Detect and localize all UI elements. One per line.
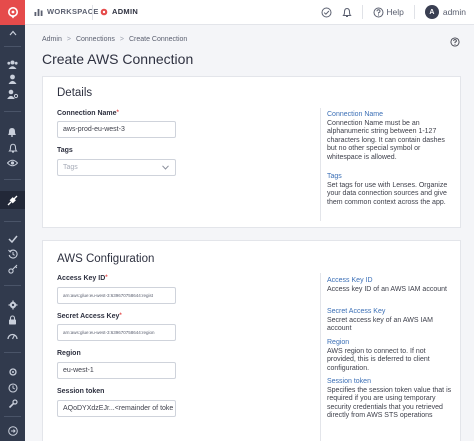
lock-icon[interactable] [0, 312, 25, 328]
sidebar-divider [4, 352, 21, 353]
top-bar: WORKSPACE ADMIN Help A admin [25, 0, 474, 25]
region-help: Region AWS region to connect to. If not … [327, 339, 455, 373]
breadcrumb-current: Create Connection [128, 36, 188, 43]
connection-name-input[interactable]: aws-prod-eu-west-3 [57, 121, 176, 138]
wrench-icon[interactable] [0, 396, 25, 412]
topbar-divider [92, 5, 93, 20]
help-title: Secret Access Key [327, 308, 386, 315]
breadcrumb-connections[interactable]: Connections [76, 36, 115, 43]
breadcrumb-admin[interactable]: Admin [42, 36, 62, 43]
topbar-divider [362, 5, 364, 19]
help-body: Secret access key of an AWS IAM account [327, 316, 433, 333]
secret-key-input[interactable]: arn:aws:glue:eu-west-3:639670758644:regi… [57, 324, 176, 341]
workspace-tab[interactable]: WORKSPACE [34, 7, 99, 16]
alert-settings-icon[interactable] [0, 124, 25, 140]
help-title: Tags [327, 173, 342, 180]
region-input[interactable]: eu-west-1 [57, 362, 176, 379]
page-title: Create AWS Connection [42, 51, 194, 67]
clock-icon[interactable] [0, 380, 25, 396]
help-title: Access Key ID [327, 277, 373, 284]
question-circle-icon [373, 7, 384, 17]
connection-name-help: Connection Name Connection Name must be … [327, 111, 455, 163]
settings-cog-icon[interactable] [0, 364, 25, 380]
session-token-label: Session token [57, 388, 105, 395]
topbar-right: Help A admin [321, 5, 466, 19]
tags-label: Tags [57, 147, 73, 154]
admin-gear-icon [100, 8, 108, 15]
user-menu[interactable]: A admin [424, 5, 466, 19]
sidebar-divider [4, 416, 21, 417]
session-token-help: Session token Specifies the session toke… [327, 378, 455, 421]
sidebar-divider [4, 221, 21, 222]
gear-icon[interactable] [0, 297, 25, 313]
aws-config-card: AWS Configuration Access Key ID* arn:aws… [42, 240, 461, 441]
check-circle-icon[interactable] [321, 7, 332, 18]
key-icon[interactable] [0, 261, 25, 277]
groups-icon[interactable] [0, 56, 25, 72]
sidebar [0, 0, 25, 441]
notifications-bell-icon[interactable] [342, 7, 353, 18]
topbar-divider [413, 5, 415, 19]
bar-chart-icon [34, 8, 43, 16]
access-key-label: Access Key ID* [57, 275, 108, 282]
help-title: Connection Name [327, 111, 384, 118]
help-divider [320, 108, 321, 221]
sidebar-divider [4, 179, 21, 180]
collapse-up-icon[interactable] [0, 25, 25, 41]
breadcrumb: Admin > Connections > Create Connection [42, 36, 187, 43]
details-card: Details Connection Name* aws-prod-eu-wes… [42, 76, 461, 228]
help-body: Access key ID of an AWS IAM account [327, 285, 447, 293]
user-name: admin [442, 7, 466, 17]
access-key-help: Access Key ID Access key ID of an AWS IA… [327, 277, 455, 294]
connections-plug-icon[interactable] [0, 192, 25, 208]
admin-label: ADMIN [112, 7, 139, 16]
page-help-icon[interactable] [450, 34, 460, 52]
user-icon[interactable] [0, 71, 25, 87]
history-icon[interactable] [0, 246, 25, 262]
sidebar-divider [4, 46, 21, 47]
workspace-label: WORKSPACE [47, 7, 99, 16]
breadcrumb-separator: > [66, 36, 71, 43]
admin-tab[interactable]: ADMIN [100, 7, 138, 16]
dashboard-icon[interactable] [0, 327, 25, 343]
session-token-input[interactable]: AQoDYXdzEJr...<remainder of toke [57, 400, 176, 417]
region-label: Region [57, 350, 81, 357]
secret-key-help: Secret Access Key Secret access key of a… [327, 308, 455, 334]
chevron-down-icon [162, 165, 169, 170]
location-pin-logo-icon [7, 6, 18, 18]
tags-help: Tags Set tags for use with Lenses. Organ… [327, 173, 455, 207]
user-settings-icon[interactable] [0, 86, 25, 102]
help-title: Session token [327, 378, 371, 385]
access-key-input[interactable]: arn:aws:glue:eu-west-3:639670758644:regi… [57, 287, 176, 304]
bell-icon[interactable] [0, 140, 25, 156]
help-divider [320, 273, 321, 441]
eye-icon[interactable] [0, 155, 25, 171]
details-title: Details [57, 87, 93, 99]
breadcrumb-separator: > [119, 36, 124, 43]
help-body: AWS region to connect to. If not provide… [327, 347, 430, 372]
help-link[interactable]: Help [373, 7, 404, 18]
secret-key-label: Secret Access Key* [57, 313, 122, 320]
sidebar-divider [4, 285, 21, 286]
aws-config-title: AWS Configuration [57, 253, 155, 265]
help-body: Set tags for use with Lenses. Organize y… [327, 181, 448, 206]
sidebar-divider [4, 111, 21, 112]
help-body: Specifies the session token value that i… [327, 386, 452, 420]
power-icon[interactable] [0, 423, 25, 439]
help-title: Region [327, 339, 350, 346]
avatar: A [424, 5, 439, 19]
help-label: Help [386, 7, 404, 17]
checkmark-icon[interactable] [0, 231, 25, 247]
help-body: Connection Name must be an alphanumeric … [327, 119, 445, 161]
tags-select[interactable]: Tags [57, 159, 176, 176]
lenses-logo[interactable] [0, 0, 25, 25]
tags-placeholder: Tags [63, 164, 78, 171]
connection-name-label: Connection Name* [57, 110, 119, 117]
